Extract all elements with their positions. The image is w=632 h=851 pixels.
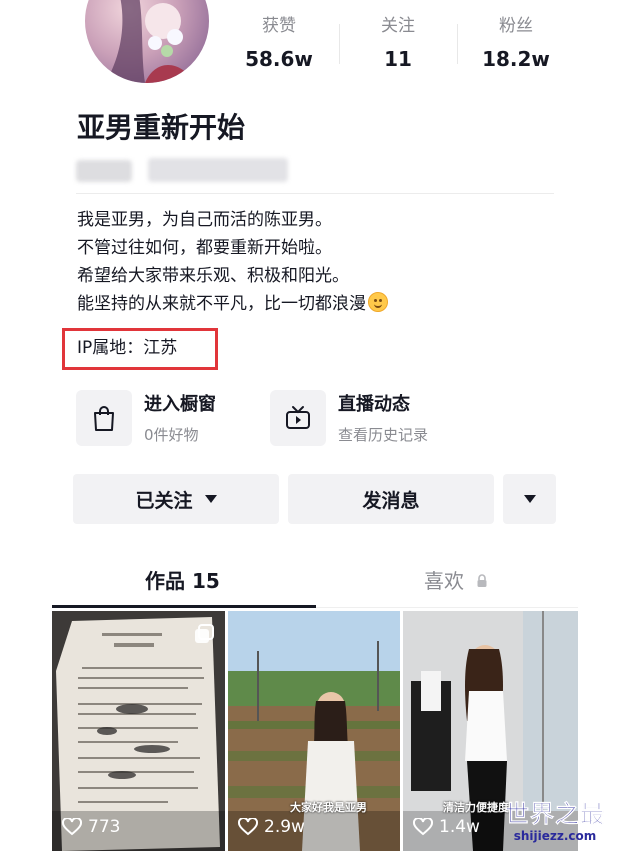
following-button[interactable]: 已关注 xyxy=(73,474,279,524)
lock-icon xyxy=(477,574,487,587)
stat-label: 关注 xyxy=(381,16,415,36)
field-thumbnail-image xyxy=(228,611,400,851)
shopping-bag-icon[interactable] xyxy=(76,390,132,446)
smile-emoji-icon xyxy=(368,292,388,312)
stat-value: 11 xyxy=(384,47,412,71)
like-count-text: 2.9w xyxy=(264,817,305,837)
like-count-text: 1.4w xyxy=(439,817,480,837)
live-history-subtitle: 查看历史记录 xyxy=(338,426,429,444)
heart-icon xyxy=(62,818,82,836)
active-tab-indicator xyxy=(52,605,316,608)
tv-icon[interactable] xyxy=(270,390,326,446)
heart-icon xyxy=(238,818,258,836)
multi-image-icon xyxy=(195,624,214,643)
divider xyxy=(457,24,458,64)
document-thumbnail-image xyxy=(52,617,225,851)
shop-window-title[interactable]: 进入橱窗 xyxy=(144,392,216,418)
bio-line: 我是亚男，为自己而活的陈亚男。 xyxy=(77,210,332,230)
likes-received-stat[interactable]: 获赞 58.6w xyxy=(224,14,334,74)
video-thumbnail[interactable]: 大家好我是亚男 2.9w xyxy=(228,611,400,851)
send-message-button[interactable]: 发消息 xyxy=(288,474,494,524)
video-thumbnail[interactable]: 773 xyxy=(52,611,225,851)
like-count-text: 773 xyxy=(88,817,121,837)
stat-value: 58.6w xyxy=(245,47,313,71)
divider xyxy=(76,193,554,194)
ip-location-highlight xyxy=(62,328,218,370)
blurred-id xyxy=(148,158,288,182)
followers-stat[interactable]: 粉丝 18.2w xyxy=(461,14,571,74)
tab-likes-label: 喜欢 xyxy=(424,569,464,593)
video-like-count: 1.4w xyxy=(413,817,480,837)
watermark-domain: shijiezz.com xyxy=(513,829,597,843)
shop-window-subtitle: 0件好物 xyxy=(144,426,199,444)
profile-bio: 我是亚男，为自己而活的陈亚男。 不管过往如何，都要重新开始啦。 希望给大家带来乐… xyxy=(77,206,388,318)
bio-line: 不管过往如何，都要重新开始啦。 xyxy=(77,238,332,258)
tab-likes[interactable]: 喜欢 xyxy=(424,566,488,596)
stat-label: 粉丝 xyxy=(499,16,533,36)
site-watermark: 世界之最 shijiezz.com xyxy=(505,800,605,844)
avatar[interactable] xyxy=(82,0,212,86)
more-options-button[interactable] xyxy=(503,474,556,524)
blurred-id xyxy=(76,160,132,182)
live-history-title[interactable]: 直播动态 xyxy=(338,392,410,418)
watermark-title: 世界之最 xyxy=(505,800,605,829)
stat-label: 获赞 xyxy=(262,16,296,36)
tab-works[interactable]: 作品 15 xyxy=(145,566,220,596)
bio-line: 希望给大家带来乐观、积极和阳光。 xyxy=(77,266,349,286)
following-label: 已关注 xyxy=(135,489,193,512)
profile-name: 亚男重新开始 xyxy=(77,111,246,144)
heart-icon xyxy=(413,818,433,836)
bio-line: 能坚持的从来就不平凡，比一切都浪漫 xyxy=(77,294,366,314)
video-like-count: 773 xyxy=(62,817,120,837)
following-stat[interactable]: 关注 11 xyxy=(343,14,453,74)
video-like-count: 2.9w xyxy=(238,817,305,837)
video-caption: 大家好我是亚男 xyxy=(290,801,367,814)
chevron-down-icon xyxy=(523,495,536,503)
bio-line-last: 能坚持的从来就不平凡，比一切都浪漫 xyxy=(77,290,388,318)
divider xyxy=(339,24,340,64)
stat-value: 18.2w xyxy=(482,47,550,71)
video-caption: 清洁力便捷度 xyxy=(443,801,509,814)
send-message-label: 发消息 xyxy=(362,489,420,512)
chevron-down-icon xyxy=(204,495,217,503)
